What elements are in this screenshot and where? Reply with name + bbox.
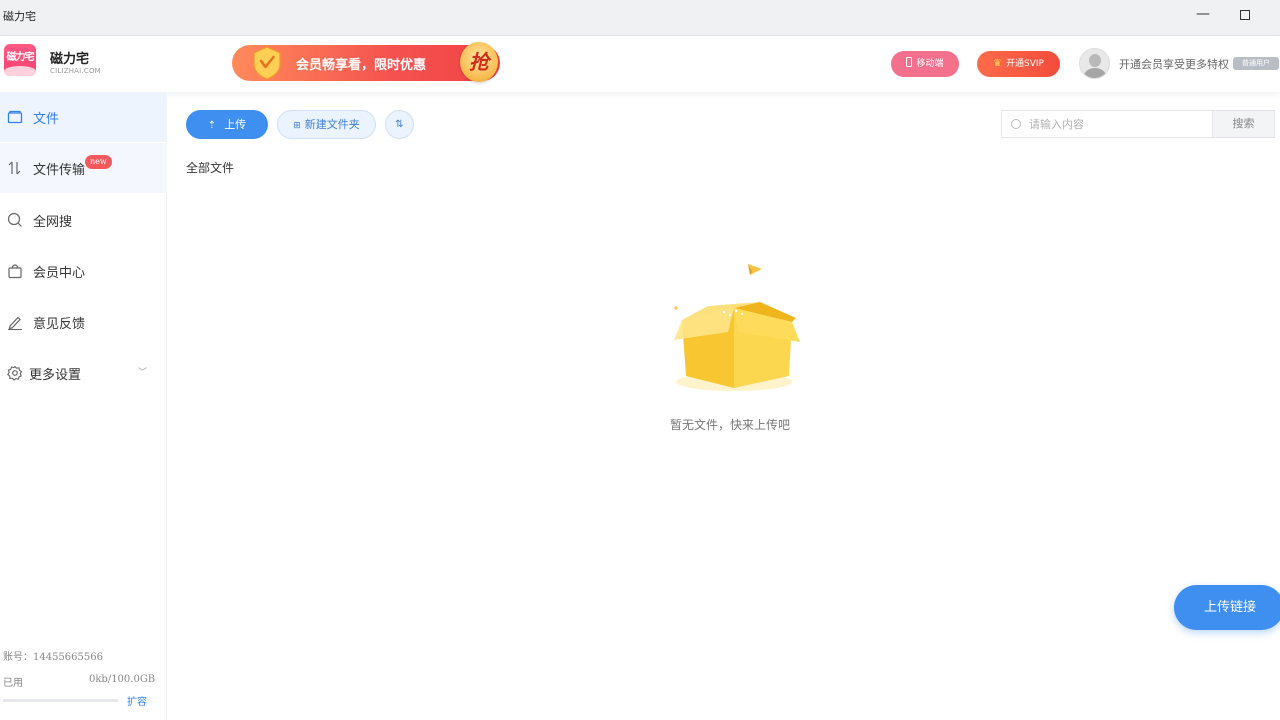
brand-name: 磁力宅 bbox=[50, 52, 90, 67]
avatar[interactable] bbox=[1079, 48, 1110, 79]
app-window: 磁力宅 — 磁力宅 磁力宅 CILIZHAI.COM 会员畅享看，限时优惠 抢 … bbox=[0, 0, 1280, 720]
empty-box-icon bbox=[674, 264, 800, 391]
new-badge: new bbox=[85, 155, 112, 169]
title-bar: 磁力宅 — bbox=[0, 0, 1280, 36]
search-box[interactable] bbox=[1001, 110, 1213, 138]
transfer-icon bbox=[8, 161, 21, 175]
app-header: 磁力宅 磁力宅 CILIZHAI.COM 会员畅享看，限时优惠 抢 移动端 ♛ 开… bbox=[0, 36, 1280, 92]
brand-domain: CILIZHAI.COM bbox=[50, 67, 101, 75]
sidebar-item-transfer[interactable]: 文件传输 new bbox=[0, 143, 167, 193]
logo-icon: 磁力宅 bbox=[4, 44, 36, 76]
user-level-badge: 普通用户 bbox=[1233, 57, 1279, 70]
expand-storage-link[interactable]: 扩容 bbox=[127, 693, 147, 708]
storage-progress-bar bbox=[3, 699, 118, 702]
search-icon bbox=[7, 212, 22, 227]
phone-icon bbox=[906, 57, 913, 67]
pen-icon bbox=[8, 316, 22, 330]
chevron-down-icon: ﹀ bbox=[138, 368, 148, 378]
new-folder-icon: ⊞ bbox=[293, 121, 301, 131]
crown-icon: ♛ bbox=[993, 58, 1002, 69]
sidebar-item-files[interactable]: 文件 bbox=[0, 92, 167, 142]
storage-used-label: 已用 bbox=[3, 678, 23, 689]
upload-button[interactable]: ⇡ 上传 bbox=[186, 110, 268, 139]
svip-button[interactable]: ♛ 开通SVIP bbox=[977, 51, 1060, 77]
promo-text: 会员畅享看，限时优惠 bbox=[296, 58, 427, 73]
search-input[interactable] bbox=[1029, 115, 1209, 133]
vip-badge-icon bbox=[253, 46, 281, 80]
sidebar-item-feedback[interactable]: 意见反馈 bbox=[0, 297, 167, 347]
upload-link-button[interactable]: 上传链接 bbox=[1174, 585, 1280, 630]
window-title: 磁力宅 bbox=[3, 10, 36, 23]
sort-button[interactable]: ⇅ bbox=[385, 110, 414, 139]
mobile-app-button[interactable]: 移动端 bbox=[891, 51, 959, 77]
search-icon bbox=[1011, 119, 1021, 129]
promo-banner[interactable]: 会员畅享看，限时优惠 抢 bbox=[232, 42, 500, 82]
vip-hint[interactable]: 开通会员享受更多特权 bbox=[1119, 56, 1229, 72]
grab-icon: 抢 bbox=[460, 42, 498, 82]
sort-icon: ⇅ bbox=[395, 119, 404, 130]
new-folder-button[interactable]: ⊞ 新建文件夹 bbox=[277, 110, 376, 139]
maximize-button[interactable] bbox=[1234, 4, 1256, 26]
gear-icon bbox=[7, 365, 23, 381]
minimize-button[interactable]: — bbox=[1192, 4, 1214, 26]
sidebar-item-settings[interactable]: 更多设置 ﹀ bbox=[0, 348, 167, 398]
sidebar: 文件 文件传输 new 全网搜 会员中心 意见反馈 更多设置 ﹀ 账号：1445… bbox=[0, 92, 167, 720]
bag-icon bbox=[8, 264, 22, 279]
folder-icon bbox=[7, 110, 23, 124]
empty-state-text: 暂无文件，快来上传吧 bbox=[670, 418, 791, 432]
search-button[interactable]: 搜索 bbox=[1212, 110, 1275, 138]
sidebar-item-membership[interactable]: 会员中心 bbox=[0, 246, 167, 296]
account-number: 账号：14455665566 bbox=[3, 652, 103, 663]
upload-icon: ⇡ bbox=[207, 120, 217, 131]
sidebar-item-search[interactable]: 全网搜 bbox=[0, 195, 167, 245]
breadcrumb[interactable]: 全部文件 bbox=[186, 159, 234, 176]
storage-used-value: 0kb/100.0GB bbox=[89, 674, 156, 685]
